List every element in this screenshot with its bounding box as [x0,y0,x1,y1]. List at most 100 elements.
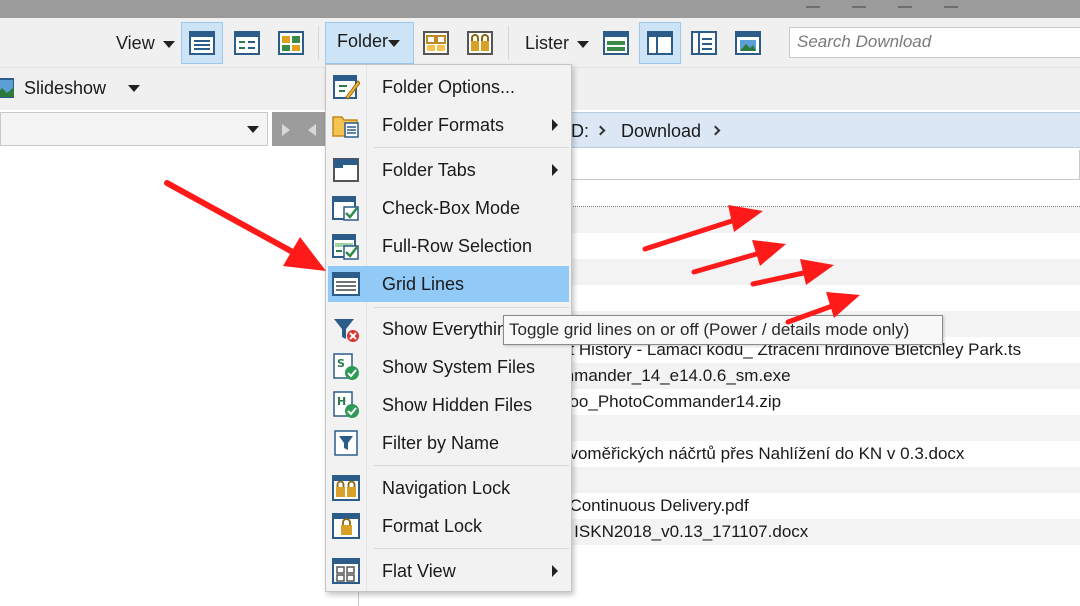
dual-display-icon [647,31,673,55]
menu-item-label: Navigation Lock [382,478,511,498]
chevron-down-icon [388,40,400,47]
breadcrumb-drive[interactable]: D: [571,121,589,142]
menu-item-folder-options[interactable]: Folder Options... [328,69,569,105]
power-view-icon [234,31,260,55]
menu-item-flat-view[interactable]: Flat View [328,553,569,589]
details-view-icon [189,31,215,55]
viewer-pane-icon [735,31,761,55]
navigation-arrows [272,112,326,146]
flat-view-toolbar-button[interactable] [415,22,457,64]
back-arrow-icon[interactable] [308,124,316,136]
lister-menu-button[interactable]: Lister [525,30,590,56]
list-item[interactable] [560,415,1080,441]
folder-menu-button[interactable]: Folder [325,22,414,64]
menu-item-label: Flat View [382,561,456,581]
svg-text:S: S [337,357,345,370]
grid-lines-icon [332,272,360,296]
title-bar [0,0,1080,18]
list-item[interactable]: í Continuous Delivery.pdf [560,493,1080,519]
menu-item-label: Show Everything [382,319,518,339]
menu-item-show-system-files[interactable]: S Show System Files [328,349,569,385]
menu-item-label: Show System Files [382,357,536,377]
menu-separator [374,465,569,466]
menu-item-filter-by-name[interactable]: Filter by Name [328,425,569,461]
menu-item-label: Show Hidden Files [382,395,533,415]
power-view-button[interactable] [226,22,268,64]
list-item[interactable] [560,207,1080,233]
menu-separator [374,307,569,308]
forward-arrow-icon[interactable] [282,124,290,136]
single-display-button[interactable] [595,22,637,64]
list-item[interactable]: ovoměřických náčrtů přes Nahlížení do KN… [560,441,1080,467]
lister-label: Lister [525,33,570,53]
main-toolbar: View Folder Lister Search Download [0,18,1080,68]
menu-item-label: Folder Options... [382,77,516,97]
chevron-down-icon[interactable] [128,85,140,92]
folder-label: Folder [337,31,389,51]
navigation-lock-icon [332,475,360,501]
menu-item-format-lock[interactable]: Format Lock [328,508,569,544]
folder-tree-pane[interactable] [0,148,360,606]
chevron-right-icon[interactable] [595,125,606,136]
folder-options-icon [333,75,360,100]
thumbnails-view-icon [278,31,304,55]
search-input[interactable]: Search Download [789,27,1080,58]
dual-display-button[interactable] [639,22,681,64]
close-window-icon[interactable] [944,0,958,8]
breadcrumb-folder[interactable]: Download [621,121,701,142]
grid-lines-tooltip: Toggle grid lines on or off (Power / det… [503,315,943,345]
list-item[interactable] [560,467,1080,493]
menu-item-grid-lines[interactable]: Grid Lines [328,266,569,302]
toolbar-separator [508,26,509,60]
menu-item-label: Grid Lines [382,274,465,294]
list-item[interactable]: ooo_PhotoCommander14.zip [560,389,1080,415]
menu-item-label: Filter by Name [382,433,500,453]
file-list[interactable]: at History - Lamači kódů_ Ztracení hrdin… [560,150,1080,606]
menu-item-navigation-lock[interactable]: Navigation Lock [328,470,569,506]
slideshow-button[interactable]: Slideshow [24,78,106,99]
chevron-down-icon[interactable] [247,126,259,133]
list-item[interactable] [560,259,1080,285]
details-view-button[interactable] [181,22,223,64]
show-everything-icon [334,319,359,342]
menu-item-label: Folder Tabs [382,160,476,180]
list-item[interactable]: mmander_14_e14.0.6_sm.exe [560,363,1080,389]
maximize-window-icon[interactable] [898,0,912,8]
filter-icon [334,430,358,456]
thumbnails-view-button[interactable] [270,22,312,64]
menu-item-check-box-mode[interactable]: Check-Box Mode [328,190,569,226]
menu-separator [374,147,569,148]
view-label: View [116,33,155,53]
submenu-arrow-icon [552,119,558,131]
list-item[interactable] [560,233,1080,259]
menu-item-folder-tabs[interactable]: Folder Tabs [328,152,569,188]
tree-button[interactable] [683,22,725,64]
menu-item-label: Check-Box Mode [382,198,521,218]
list-item[interactable] [560,285,1080,311]
menu-item-folder-formats[interactable]: Folder Formats [328,107,569,143]
submenu-arrow-icon [552,164,558,176]
submenu-arrow-icon [552,565,558,577]
full-row-selection-icon [332,234,359,260]
menu-item-full-row-selection[interactable]: Full-Row Selection [328,228,569,264]
location-field[interactable] [0,112,268,146]
menu-separator [374,548,569,549]
format-lock-icon [332,513,360,539]
lock-toolbar-button[interactable] [459,22,501,64]
folder-tabs-icon [333,158,359,182]
hidden-files-icon: H [333,391,359,418]
viewer-pane-button[interactable] [727,22,769,64]
minimize-window-icon[interactable] [806,0,820,8]
single-display-icon [603,31,629,55]
flat-view-icon [332,558,360,584]
list-item[interactable]: e ISKN2018_v0.13_171107.docx [560,519,1080,545]
search-placeholder: Search Download [797,32,932,51]
chevron-down-icon [577,40,590,48]
folder-tree-icon [691,31,717,55]
chevron-down-icon [162,40,175,48]
restore-window-icon[interactable] [852,0,866,8]
view-menu-button[interactable]: View [116,30,175,56]
column-header[interactable] [560,150,1080,180]
menu-item-show-hidden-files[interactable]: H Show Hidden Files [328,387,569,423]
chevron-right-icon[interactable] [710,125,721,136]
